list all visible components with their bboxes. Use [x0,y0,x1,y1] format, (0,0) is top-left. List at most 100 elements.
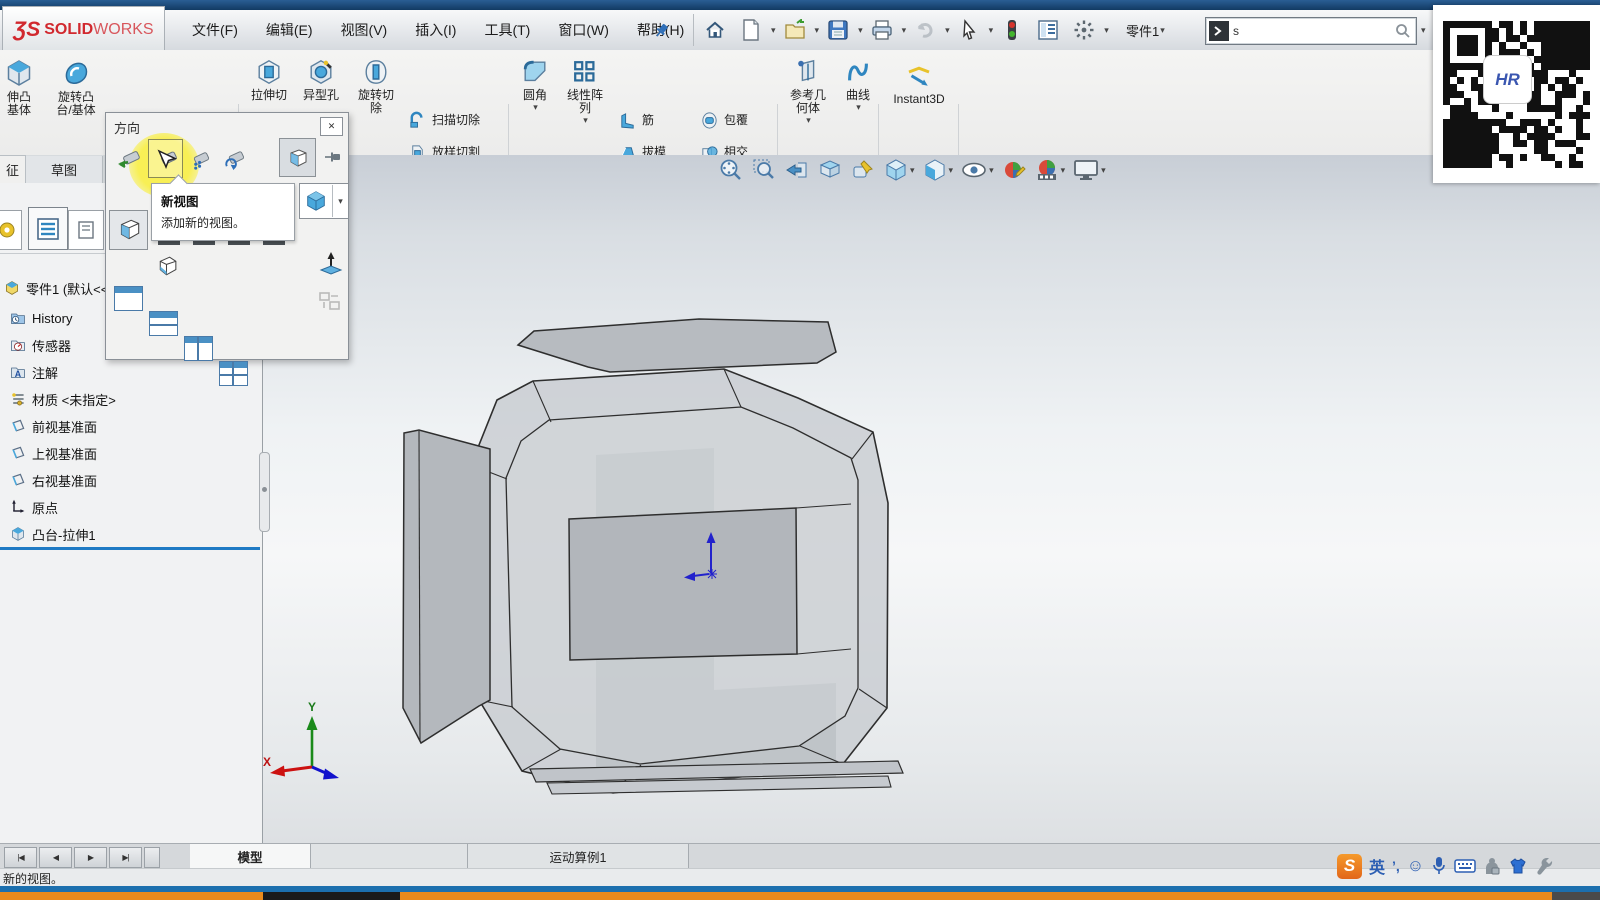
menu-file[interactable]: 文件(F) [178,10,252,50]
dropdown-caret-icon[interactable]: ▾ [989,25,994,36]
menu-edit[interactable]: 编辑(E) [252,10,327,50]
next-tab-nav-button[interactable]: ▶ [74,847,107,868]
dropdown-caret-icon[interactable]: ▾ [1104,25,1109,36]
four-viewport-button[interactable] [219,361,248,386]
dimetric-view-button[interactable] [149,249,183,283]
select-cursor-button[interactable] [952,13,986,47]
dropdown-caret-icon[interactable]: ▾ [902,25,907,36]
prev-tab-nav-button[interactable]: ◀ [39,847,72,868]
pin-menu-icon[interactable] [645,13,679,47]
search-icon[interactable] [1395,23,1411,39]
reset-standard-views-button[interactable] [218,141,250,175]
dropdown-caret-icon[interactable]: ▾ [771,25,776,36]
isometric-view-combo[interactable]: ▾ [299,183,349,219]
extrude-boss-button[interactable]: 伸凸 基体 [0,52,44,154]
save-button[interactable] [821,13,855,47]
refgeo-dropdown-caret-icon[interactable]: ▾ [806,115,811,126]
search-input[interactable]: s [1233,24,1395,38]
fillet-dropdown-caret-icon[interactable]: ▾ [533,102,538,113]
sogou-logo-icon[interactable]: S [1337,854,1362,879]
ime-wrench-icon[interactable] [1535,856,1553,876]
ime-punctuation-toggle[interactable]: ’, [1392,858,1400,874]
dropdown-caret-icon[interactable]: ▾ [1101,165,1106,176]
previous-view-icon[interactable] [784,157,810,183]
tree-item-origin[interactable]: 原点 [0,494,262,520]
undo-button[interactable] [908,13,942,47]
document-switcher[interactable]: 零件1 ▾ [1126,10,1165,50]
dropdown-caret-icon[interactable]: ▾ [989,165,994,176]
tree-item-boss-extrude1[interactable]: 凸台-拉伸1 [0,521,262,547]
ime-toolbox-icon[interactable] [1483,856,1501,876]
tree-item-top-plane[interactable]: 上视基准面 [0,440,262,466]
dropdown-caret-icon[interactable]: ▾ [1160,25,1165,36]
print-button[interactable] [865,13,899,47]
settings-gear-button[interactable] [1067,13,1101,47]
new-view-button[interactable] [148,139,183,178]
update-standard-views-button[interactable] [185,141,217,175]
rollback-bar[interactable] [0,547,260,550]
two-viewport-horizontal-button[interactable] [149,311,178,336]
curves-button[interactable]: 曲线 ▾ [838,52,878,154]
tab-model[interactable]: 模型 [190,844,311,868]
dropdown-caret-icon[interactable]: ▾ [1061,165,1066,176]
tab-3d-views[interactable] [311,844,468,868]
fillet-button[interactable]: 圆角 ▾ [512,52,558,154]
tree-item-front-plane[interactable]: 前视基准面 [0,413,262,439]
first-tab-nav-button[interactable]: |◀ [4,847,37,868]
search-dropdown-caret-icon[interactable]: ▾ [1421,25,1426,36]
dropdown-caret-icon[interactable]: ▾ [910,165,915,176]
video-progress-bar[interactable] [0,892,1600,900]
model-top-plate[interactable] [518,319,836,372]
display-style-button[interactable]: ▾ [922,157,954,183]
model-left-flange[interactable] [403,430,490,743]
combo-dropdown-caret-icon[interactable]: ▾ [332,185,348,217]
hide-show-items-button[interactable]: ▾ [960,157,994,183]
last-tab-nav-button[interactable]: ▶| [109,847,142,868]
apply-scene-button[interactable]: ▾ [1034,157,1066,183]
search-box[interactable]: s [1205,17,1417,45]
menu-insert[interactable]: 插入(I) [401,10,470,50]
normal-to-button[interactable] [314,246,348,282]
view-selector-button[interactable] [113,141,146,175]
dropdown-caret-icon[interactable]: ▾ [945,25,950,36]
section-view-icon[interactable] [817,157,843,183]
pin-dialog-button[interactable] [320,141,346,173]
panel-tab-property-manager[interactable] [68,210,104,250]
home-button[interactable] [698,13,732,47]
options-list-button[interactable] [1031,13,1065,47]
view-cube-toggle-button[interactable] [279,138,316,177]
tab-sketch[interactable]: 草图 [26,156,103,183]
new-document-button[interactable] [734,13,768,47]
tab-features[interactable]: 征 [0,155,26,183]
zoom-fit-icon[interactable] [718,157,744,183]
annotation-view-icon[interactable] [850,157,876,183]
zoom-area-icon[interactable] [751,157,777,183]
ime-skin-shirt-icon[interactable] [1508,856,1528,876]
model-center-face[interactable] [569,508,797,660]
revolve-boss-button[interactable]: 旋转凸 台/基体 [46,52,106,154]
ime-emoji-button[interactable]: ☺ [1407,856,1424,876]
revolved-cut-button[interactable]: 旋转切 除 [350,52,402,154]
menu-window[interactable]: 窗口(W) [544,10,623,50]
dialog-close-button[interactable]: ✕ [320,117,343,136]
linear-pattern-button[interactable]: 线性阵 列 ▾ [558,52,612,154]
dropdown-caret-icon[interactable]: ▾ [949,165,954,176]
instant3d-button[interactable]: Instant3D [884,58,954,160]
tab-splitter-handle[interactable] [144,847,160,868]
part-3d-model[interactable] [370,300,990,805]
two-viewport-vertical-button[interactable] [184,336,213,361]
pattern-dropdown-caret-icon[interactable]: ▾ [583,115,588,126]
panel-tab-clipped[interactable] [0,210,22,250]
tab-motion-study-1[interactable]: 运动算例1 [468,844,689,868]
tree-item-material[interactable]: 材质 <未指定> [0,386,262,412]
current-view-button[interactable] [109,210,148,250]
menu-view[interactable]: 视图(V) [327,10,402,50]
dropdown-caret-icon[interactable]: ▾ [815,25,820,36]
view-orientation-button[interactable]: ▾ [883,157,915,183]
tree-item-right-plane[interactable]: 右视基准面 [0,467,262,493]
view-settings-button[interactable]: ▾ [1072,157,1106,183]
curves-dropdown-caret-icon[interactable]: ▾ [856,102,861,113]
menu-tools[interactable]: 工具(T) [470,10,544,50]
swept-cut-button[interactable]: 扫描切除 [408,105,480,135]
panel-splitter-handle[interactable] [259,452,270,532]
